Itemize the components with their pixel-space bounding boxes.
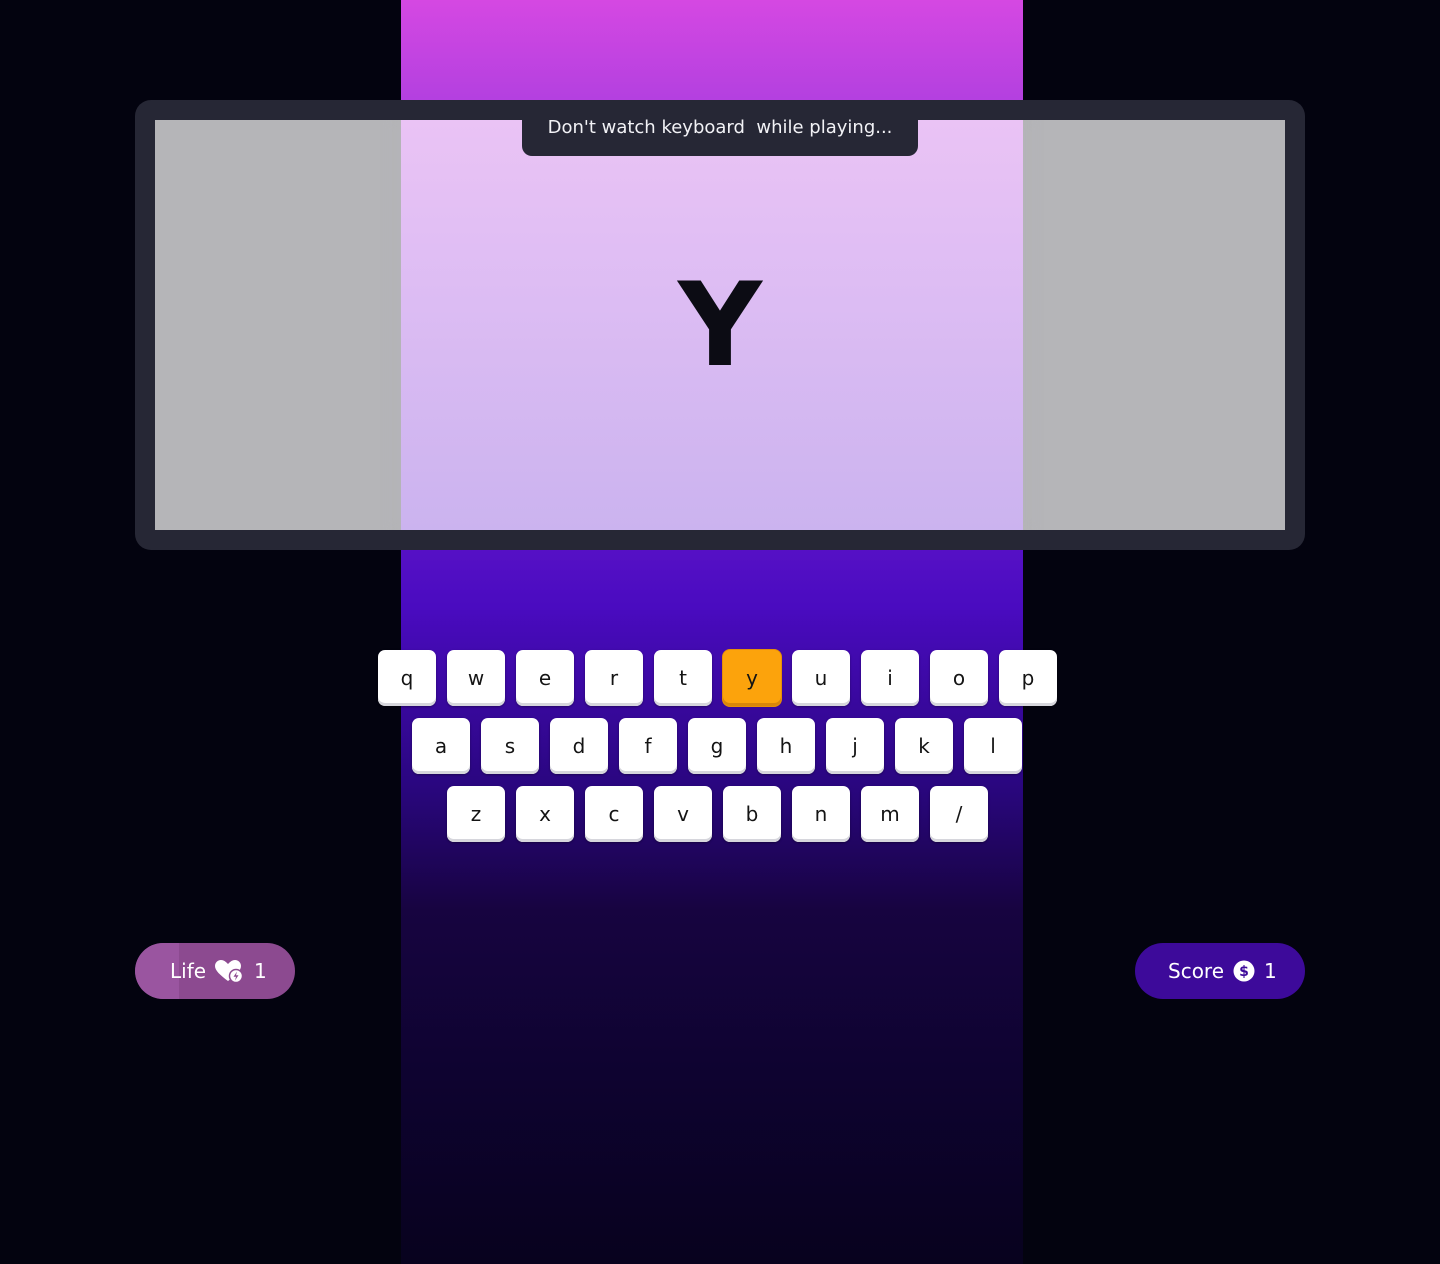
key-h[interactable]: h (757, 718, 815, 774)
key-j[interactable]: j (826, 718, 884, 774)
key-a[interactable]: a (412, 718, 470, 774)
key-o[interactable]: o (930, 650, 988, 706)
key-w[interactable]: w (447, 650, 505, 706)
key-y[interactable]: y (723, 650, 781, 706)
key-n[interactable]: n (792, 786, 850, 842)
key-k[interactable]: k (895, 718, 953, 774)
key-i[interactable]: i (861, 650, 919, 706)
life-value: 1 (254, 959, 267, 983)
key-d[interactable]: d (550, 718, 608, 774)
display-screen: Y (155, 120, 1285, 530)
key-l[interactable]: l (964, 718, 1022, 774)
key-g[interactable]: g (688, 718, 746, 774)
heart-bolt-icon (214, 959, 244, 984)
target-letter: Y (678, 257, 762, 393)
hint-banner: Don't watch keyboard while playing... (522, 100, 918, 156)
keyboard-row-2: asdfghjkl (412, 718, 1022, 774)
score-counter: Score $ 1 (1135, 943, 1305, 999)
key-c[interactable]: c (585, 786, 643, 842)
key-f[interactable]: f (619, 718, 677, 774)
score-value: 1 (1264, 959, 1277, 983)
game-stage: Y Don't watch keyboard while playing... … (0, 0, 1440, 1264)
dollar-coin-icon: $ (1233, 960, 1255, 982)
key-z[interactable]: z (447, 786, 505, 842)
score-label: Score (1168, 959, 1225, 983)
key-v[interactable]: v (654, 786, 712, 842)
keyboard-row-1: qwertyuiop (378, 650, 1057, 706)
key-slash[interactable]: / (930, 786, 988, 842)
svg-text:$: $ (1239, 964, 1249, 980)
key-m[interactable]: m (861, 786, 919, 842)
key-q[interactable]: q (378, 650, 436, 706)
key-e[interactable]: e (516, 650, 574, 706)
keyboard-row-3: z x c v b n m / (447, 786, 988, 842)
key-r[interactable]: r (585, 650, 643, 706)
key-u[interactable]: u (792, 650, 850, 706)
life-counter: Life 1 (135, 943, 295, 999)
key-p[interactable]: p (999, 650, 1057, 706)
key-x[interactable]: x (516, 786, 574, 842)
key-t[interactable]: t (654, 650, 712, 706)
key-s[interactable]: s (481, 718, 539, 774)
key-b[interactable]: b (723, 786, 781, 842)
life-label: Life (170, 959, 207, 983)
